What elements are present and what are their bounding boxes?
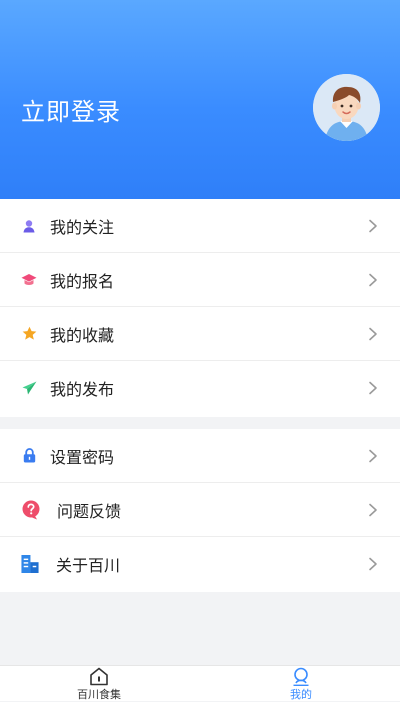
menu-item-label: 我的收藏 [50, 325, 115, 345]
chevron-right-icon [369, 327, 377, 340]
chevron-right-icon [369, 381, 377, 395]
menu-item-label: 我的报名 [50, 271, 115, 291]
graduation-cap-icon [20, 271, 38, 289]
menu-item-about[interactable]: 关于百川 [0, 537, 400, 591]
avatar-illustration-icon [313, 74, 380, 141]
login-link[interactable]: 立即登录 [21, 92, 121, 127]
menu-item-label: 我的关注 [50, 217, 115, 237]
building-icon [21, 555, 39, 573]
user-icon [20, 217, 38, 235]
tab-mine[interactable]: 我的 [261, 666, 341, 701]
star-icon [20, 325, 38, 343]
bottom-tab-bar: 百川食集 我的 [0, 665, 400, 701]
menu-item-label: 我的发布 [50, 380, 115, 399]
menu-item-follow[interactable]: 我的关注 [0, 199, 400, 253]
menu-item-feedback[interactable]: 问题反馈 [0, 483, 400, 537]
profile-header: 立即登录 [0, 0, 400, 199]
menu-item-set-password[interactable]: 设置密码 [0, 429, 400, 483]
chevron-right-icon [369, 449, 377, 462]
menu-item-publish[interactable]: 我的发布 [0, 361, 400, 415]
chevron-right-icon [369, 219, 377, 232]
lock-icon [20, 447, 38, 465]
menu-item-label: 关于百川 [56, 556, 121, 575]
tab-home[interactable]: 百川食集 [59, 666, 139, 701]
chevron-right-icon [369, 503, 377, 516]
menu-item-favorites[interactable]: 我的收藏 [0, 307, 400, 361]
chevron-right-icon [369, 273, 377, 286]
menu-group-secondary: 设置密码 问题反馈 关于百川 [0, 429, 400, 592]
send-icon [20, 379, 38, 397]
chevron-right-icon [369, 557, 377, 571]
question-icon [22, 500, 40, 519]
menu-group-primary: 我的关注 我的报名 我的收藏 我的发布 [0, 199, 400, 417]
menu-item-label: 问题反馈 [57, 501, 122, 521]
menu-item-label: 设置密码 [50, 447, 115, 467]
avatar[interactable] [313, 74, 380, 141]
menu-item-signup[interactable]: 我的报名 [0, 253, 400, 307]
